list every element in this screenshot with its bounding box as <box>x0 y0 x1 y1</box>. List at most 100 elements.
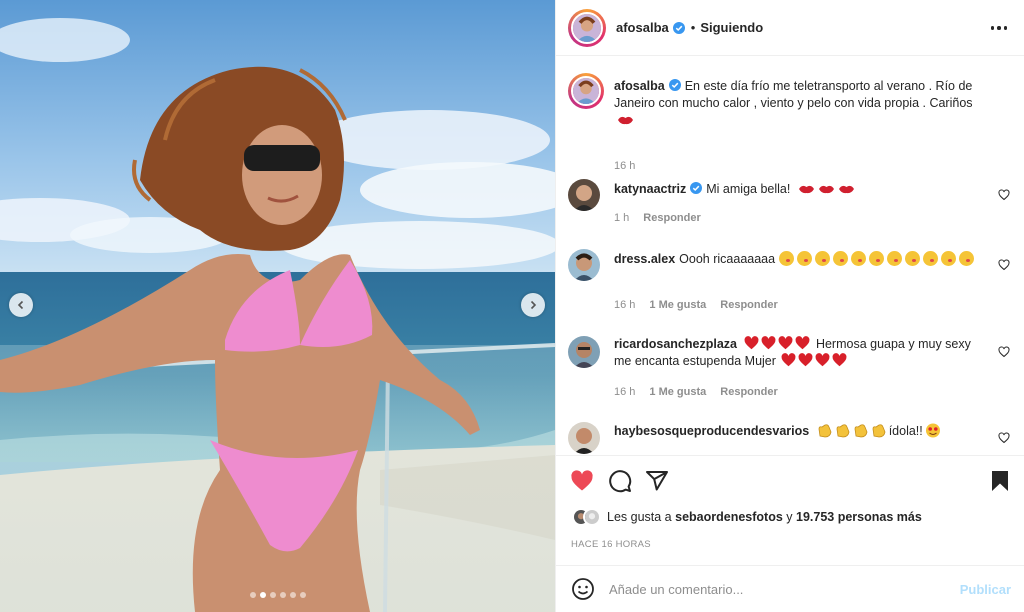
commenter-avatar[interactable] <box>568 179 600 211</box>
comment-text: me encanta estupenda Mujer <box>614 354 776 368</box>
reply-button[interactable]: Responder <box>720 299 777 311</box>
clapping-hands-emoji-icon <box>872 424 886 438</box>
kiss-mark-icon <box>818 185 834 194</box>
author-avatar[interactable] <box>571 76 601 106</box>
carousel-dot <box>269 592 276 598</box>
instagram-post: afosalba • Siguiendo afosalba En este día… <box>0 0 1024 612</box>
chevron-left-icon <box>17 300 24 310</box>
kiss-face-emoji-icon <box>922 251 938 266</box>
carousel-indicator <box>0 592 555 598</box>
caption-text-block: afosalba En este día frío me teletranspor… <box>614 78 978 129</box>
comment-username[interactable]: dress.alex <box>614 252 675 266</box>
comment-time[interactable]: 16 h <box>614 386 635 398</box>
red-heart-emoji-icon <box>778 336 793 350</box>
kiss-face-emoji-icon <box>778 251 794 266</box>
comment-meta: 16 h 1 Me gusta Responder <box>614 299 778 311</box>
story-ring[interactable] <box>568 73 604 109</box>
red-heart-emoji-icon <box>798 353 813 367</box>
kiss-face-emoji-icon <box>904 251 920 266</box>
kiss-mark-icon <box>798 185 814 194</box>
more-options-button[interactable] <box>989 18 1009 38</box>
post-actions: Les gusta a sebaordenesfotos y 19.753 pe… <box>556 455 1024 565</box>
previous-slide-button[interactable] <box>9 293 33 317</box>
verified-badge-icon <box>672 21 685 34</box>
clapping-hands-emoji-icon <box>854 424 868 438</box>
carousel-dot <box>279 592 286 598</box>
kiss-face-emoji-icon <box>814 251 830 266</box>
bookmark-filled-icon[interactable] <box>988 469 1012 493</box>
comment-like-count[interactable]: 1 Me gusta <box>649 386 706 398</box>
kiss-face-emoji-icon <box>940 251 956 266</box>
more-icon-dot <box>990 26 995 30</box>
carousel-dot-active <box>259 592 266 598</box>
story-ring[interactable] <box>568 8 606 47</box>
comment-like-icon[interactable] <box>998 346 1010 358</box>
author-username[interactable]: afosalba <box>616 20 669 35</box>
post-header: afosalba • Siguiendo <box>556 0 1024 56</box>
following-button[interactable]: Siguiendo <box>700 20 763 35</box>
red-heart-emoji-icon <box>781 353 796 367</box>
comment-like-icon[interactable] <box>998 189 1010 201</box>
likes-prefix: Les gusta a <box>607 510 672 524</box>
caption-time[interactable]: 16 h <box>614 160 635 172</box>
comment-icon[interactable] <box>608 469 632 493</box>
comment-meta: 1 h Responder <box>614 212 701 224</box>
comment-text: ídola!! <box>888 424 923 438</box>
kiss-face-emoji-icon <box>886 251 902 266</box>
red-heart-emoji-icon <box>761 336 776 350</box>
comment-username[interactable]: ricardosanchezplaza <box>614 337 737 351</box>
kiss-face-emoji-icon <box>796 251 812 266</box>
liker-username[interactable]: sebaordenesfotos <box>675 510 783 524</box>
separator-dot: • <box>690 20 696 35</box>
kiss-face-emoji-icon <box>832 251 848 266</box>
liker-avatar[interactable] <box>583 508 601 526</box>
more-icon-dot <box>1003 26 1008 30</box>
commenter-avatar[interactable] <box>568 336 600 368</box>
publish-button[interactable]: Publicar <box>960 582 1011 597</box>
kiss-face-emoji-icon <box>958 251 974 266</box>
comment-text-block: katynaactriz Mi amiga bella! <box>614 181 978 198</box>
comment-username[interactable]: katynaactriz <box>614 182 686 196</box>
heart-eyes-emoji-icon <box>925 423 940 438</box>
author-avatar[interactable] <box>571 11 603 44</box>
carousel-dot <box>249 592 256 598</box>
post-side-panel: afosalba • Siguiendo afosalba En este día… <box>555 0 1024 612</box>
verified-badge-icon <box>668 79 681 91</box>
comment-meta: 16 h 1 Me gusta Responder <box>614 386 778 398</box>
clapping-hands-emoji-icon <box>836 424 850 438</box>
comment-like-icon[interactable] <box>998 259 1010 271</box>
kiss-face-emoji-icon <box>868 251 884 266</box>
caption-username[interactable]: afosalba <box>614 79 665 93</box>
reply-button[interactable]: Responder <box>643 212 700 224</box>
emoji-picker-icon[interactable] <box>571 577 595 601</box>
comment-text: Oooh ricaaaaaaa <box>679 252 776 266</box>
likes-count[interactable]: 19.753 personas más <box>796 510 922 524</box>
heart-filled-icon[interactable] <box>570 469 594 493</box>
red-heart-emoji-icon <box>744 336 759 350</box>
reply-button[interactable]: Responder <box>720 386 777 398</box>
next-slide-button[interactable] <box>521 293 545 317</box>
comment-like-icon[interactable] <box>998 432 1010 444</box>
comment-time[interactable]: 1 h <box>614 212 629 224</box>
commenter-avatar[interactable] <box>568 249 600 281</box>
comment-username[interactable]: haybesosqueproducendesvarios <box>614 424 809 438</box>
post-media[interactable] <box>0 0 555 612</box>
comment-text-block: dress.alex Oooh ricaaaaaaa <box>614 251 978 268</box>
more-icon-dot <box>997 26 1001 30</box>
comments-list[interactable]: afosalba En este día frío me teletranspor… <box>556 57 1024 455</box>
share-icon[interactable] <box>645 469 669 493</box>
carousel-dot <box>299 592 306 598</box>
likes-text: Les gusta a sebaordenesfotos y 19.753 pe… <box>607 510 922 524</box>
caption-meta: 16 h <box>614 160 635 172</box>
comment-text: Hermosa guapa y muy sexy <box>815 337 971 351</box>
commenter-avatar[interactable] <box>568 422 600 454</box>
comment-text: Mi amiga bella! <box>706 182 791 196</box>
carousel-dot <box>289 592 296 598</box>
add-comment-bar: Añade un comentario... Publicar <box>556 565 1024 612</box>
comment-like-count[interactable]: 1 Me gusta <box>649 299 706 311</box>
likes-and: y <box>786 510 793 524</box>
comment-time[interactable]: 16 h <box>614 299 635 311</box>
post-timestamp[interactable]: HACE 16 HORAS <box>571 539 651 550</box>
kiss-mark-icon <box>618 116 633 125</box>
comment-text-block: ricardosanchezplaza Hermosa guapa y muy … <box>614 336 978 370</box>
